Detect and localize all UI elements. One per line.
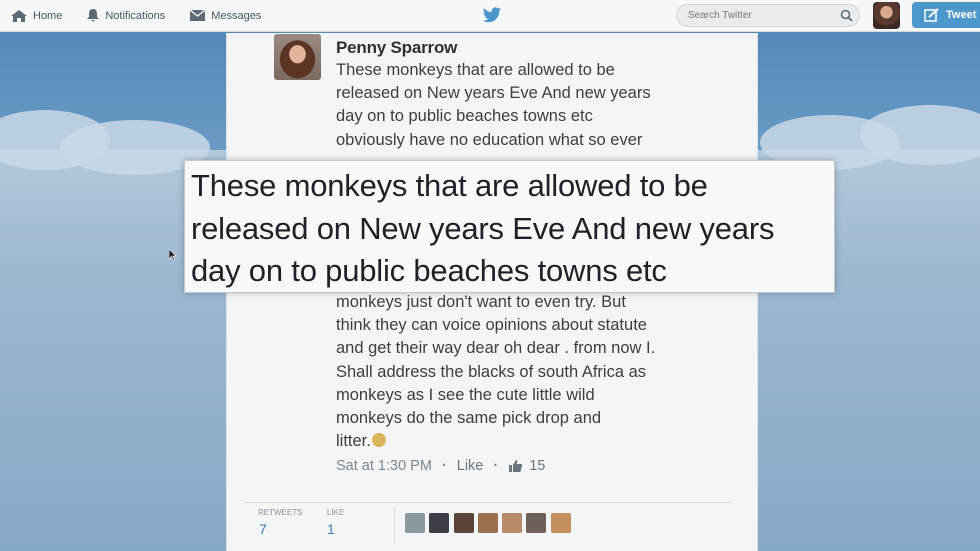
tweet-text-bottom: monkeys just don't want to even try. But… bbox=[336, 291, 716, 453]
retweets-label: RETWEETS bbox=[258, 508, 303, 517]
twitter-bird-icon[interactable] bbox=[482, 7, 502, 24]
retweets-count[interactable]: 7 bbox=[259, 521, 267, 537]
tweet-line: litter. bbox=[336, 432, 371, 451]
likes-count[interactable]: 1 bbox=[327, 521, 335, 537]
likes-label: LIKE bbox=[327, 508, 345, 517]
nav-home[interactable]: Home bbox=[10, 9, 62, 23]
tweet-text-top: These monkeys that are allowed to be rel… bbox=[336, 59, 696, 152]
nav-notifications[interactable]: Notifications bbox=[86, 8, 165, 23]
thumbs-up-icon bbox=[509, 460, 523, 472]
search-icon[interactable] bbox=[840, 9, 853, 22]
liker-avatar[interactable] bbox=[405, 513, 425, 533]
liker-avatar[interactable] bbox=[429, 513, 450, 533]
zoom-line: These monkeys that are allowed to be bbox=[191, 168, 708, 203]
mouse-cursor-icon bbox=[169, 249, 177, 261]
like-link[interactable]: Like bbox=[457, 458, 484, 474]
tweet-timestamp[interactable]: Sat at 1:30 PM bbox=[336, 458, 432, 474]
liker-avatars bbox=[405, 513, 575, 533]
user-avatar[interactable] bbox=[873, 2, 900, 29]
tweet-button-label: Tweet bbox=[946, 9, 977, 21]
divider bbox=[394, 506, 395, 544]
separator-dot: · bbox=[441, 458, 447, 474]
nav-messages-label: Messages bbox=[211, 9, 262, 22]
bell-icon bbox=[87, 9, 100, 22]
tweet-line: monkeys as I see the cute little wild bbox=[336, 385, 595, 404]
tweet-line: day on to public beaches towns etc bbox=[336, 107, 593, 126]
author-avatar[interactable] bbox=[274, 34, 321, 80]
envelope-icon bbox=[189, 9, 206, 21]
liker-avatar[interactable] bbox=[477, 513, 498, 533]
liker-avatar[interactable] bbox=[526, 513, 547, 533]
tweet-line: These monkeys that are allowed to be bbox=[336, 61, 615, 79]
tweet-line: Shall address the blacks of south Africa… bbox=[336, 362, 647, 381]
nav-home-label: Home bbox=[33, 9, 63, 22]
liker-avatar[interactable] bbox=[453, 513, 474, 533]
tweet-line: monkeys just don't want to even try. But bbox=[336, 293, 626, 311]
author-name[interactable]: Penny Sparrow bbox=[336, 38, 457, 58]
separator-dot: · bbox=[493, 458, 499, 474]
zoomed-quote-overlay: These monkeys that are allowed to be rel… bbox=[184, 160, 835, 293]
emoji-icon bbox=[371, 433, 386, 448]
tweet-line: and get their way dear oh dear . from no… bbox=[336, 339, 656, 358]
tweet-line: released on New years Eve And new years bbox=[336, 84, 651, 103]
tweet-line: obviously have no education what so ever bbox=[336, 130, 643, 149]
liker-avatar[interactable] bbox=[502, 513, 523, 533]
zoom-line: day on to public beaches towns etc bbox=[191, 253, 667, 288]
search-input[interactable] bbox=[676, 4, 860, 27]
tweet-line: think they can voice opinions about stat… bbox=[336, 316, 647, 335]
compose-icon bbox=[924, 8, 939, 22]
tweet-meta: Sat at 1:30 PM · Like · 15 bbox=[336, 458, 545, 474]
like-count: 15 bbox=[529, 458, 546, 474]
tweet-button[interactable]: Tweet bbox=[912, 2, 980, 28]
nav-messages[interactable]: Messages bbox=[189, 9, 261, 22]
tweet-line: monkeys do the same pick drop and bbox=[336, 409, 602, 428]
divider bbox=[244, 502, 730, 503]
home-icon bbox=[11, 9, 27, 22]
tweet-line-last: litter. bbox=[336, 430, 716, 453]
nav-notifications-label: Notifications bbox=[105, 9, 166, 22]
zoom-line: released on New years Eve And new years bbox=[191, 210, 775, 246]
liker-avatar[interactable] bbox=[550, 513, 571, 533]
